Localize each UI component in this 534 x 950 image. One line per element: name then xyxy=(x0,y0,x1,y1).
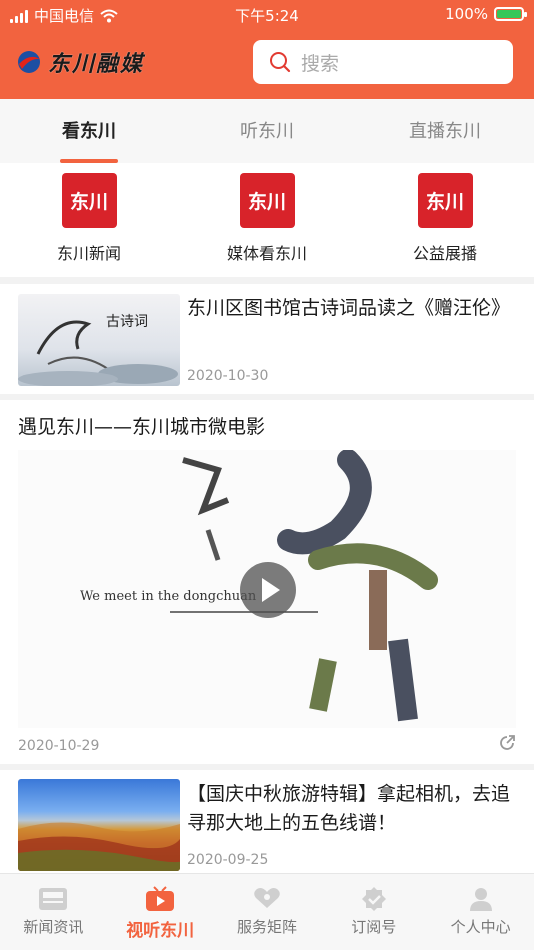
quick-entry-media[interactable]: 东川 媒体看东川 xyxy=(178,163,356,277)
news-item[interactable]: 【国庆中秋旅游特辑】拿起相机，去追寻那大地上的五色线谱！ 2020-09-25 xyxy=(0,770,534,873)
quick-entry-row: 东川 东川新闻 东川 媒体看东川 东川 公益展播 xyxy=(0,163,534,277)
nav-service[interactable]: 服务矩阵 xyxy=(214,874,321,950)
nav-video[interactable]: 视听东川 xyxy=(107,874,214,950)
tab-label: 直播东川 xyxy=(409,121,481,142)
video-card[interactable]: 遇见东川——东川城市微电影 We meet in the dongchuan 2… xyxy=(0,400,534,764)
user-icon xyxy=(469,888,492,911)
dongchuan-logo-icon: 东川 xyxy=(417,173,473,228)
thumb-calligraphy: 古诗词 xyxy=(106,314,148,330)
nav-subscribe[interactable]: 订阅号 xyxy=(320,874,427,950)
tab-label: 听东川 xyxy=(240,121,294,142)
logo-icon xyxy=(18,51,40,73)
news-date: 2020-09-25 xyxy=(187,852,269,868)
nav-label: 新闻资讯 xyxy=(23,918,84,936)
nav-label: 服务矩阵 xyxy=(236,918,297,936)
video-icon xyxy=(146,886,175,911)
news-item[interactable]: 古诗词 东川区图书馆古诗词品读之《赠汪伦》 2020-10-30 xyxy=(0,284,534,394)
status-bar: 中国电信 下午5:24 100% xyxy=(0,0,534,30)
quick-entry-label: 媒体看东川 xyxy=(226,244,307,263)
quick-entry-dongchuan-news[interactable]: 东川 东川新闻 xyxy=(0,163,178,277)
share-icon[interactable] xyxy=(498,734,516,752)
news-thumbnail xyxy=(18,779,180,871)
battery-icon xyxy=(494,7,527,21)
quick-entry-label: 公益展播 xyxy=(412,244,477,263)
news-date: 2020-10-30 xyxy=(187,368,269,384)
clock: 下午5:24 xyxy=(235,7,299,25)
app-header: 中国电信 下午5:24 100% 东川融媒 搜索 xyxy=(0,0,534,99)
tab-label: 看东川 xyxy=(62,121,116,142)
play-icon[interactable] xyxy=(240,562,296,618)
top-tabs: 看东川 听东川 直播东川 xyxy=(0,99,534,163)
quick-entry-label: 东川新闻 xyxy=(56,244,121,263)
search-icon xyxy=(270,52,291,73)
dongchuan-logo-icon: 东川 xyxy=(239,173,295,228)
tab-kan-dongchuan[interactable]: 看东川 xyxy=(0,99,178,163)
nav-label: 个人中心 xyxy=(450,918,511,936)
tab-ting-dongchuan[interactable]: 听东川 xyxy=(178,99,356,163)
logo-text: 东川融媒 xyxy=(48,52,145,77)
subscribe-icon xyxy=(361,887,386,911)
video-overlay-text: We meet in the dongchuan xyxy=(80,589,257,604)
battery-percent: 100% xyxy=(445,5,488,23)
news-title: 【国庆中秋旅游特辑】拿起相机，去追寻那大地上的五色线谱！ xyxy=(187,783,511,834)
service-icon xyxy=(254,888,280,908)
search-bar[interactable]: 搜索 xyxy=(253,40,513,84)
nav-profile[interactable]: 个人中心 xyxy=(427,874,534,950)
nav-label: 订阅号 xyxy=(351,918,397,936)
news-thumbnail: 古诗词 xyxy=(18,294,180,386)
bottom-nav: 新闻资讯 视听东川 服务矩阵 订阅号 个人中心 xyxy=(0,873,534,950)
nav-news[interactable]: 新闻资讯 xyxy=(0,874,107,950)
search-placeholder: 搜索 xyxy=(301,52,340,75)
tab-live-dongchuan[interactable]: 直播东川 xyxy=(356,99,534,163)
nav-label: 视听东川 xyxy=(126,921,195,941)
app-logo[interactable]: 东川融媒 xyxy=(16,46,144,78)
news-title: 东川区图书馆古诗词品读之《赠汪伦》 xyxy=(187,297,511,319)
video-title: 遇见东川——东川城市微电影 xyxy=(18,416,266,438)
video-player[interactable]: We meet in the dongchuan xyxy=(18,450,516,728)
dongchuan-logo-icon: 东川 xyxy=(61,173,117,228)
video-date: 2020-10-29 xyxy=(18,738,100,754)
news-icon xyxy=(39,888,68,910)
quick-entry-public-welfare[interactable]: 东川 公益展播 xyxy=(356,163,534,277)
